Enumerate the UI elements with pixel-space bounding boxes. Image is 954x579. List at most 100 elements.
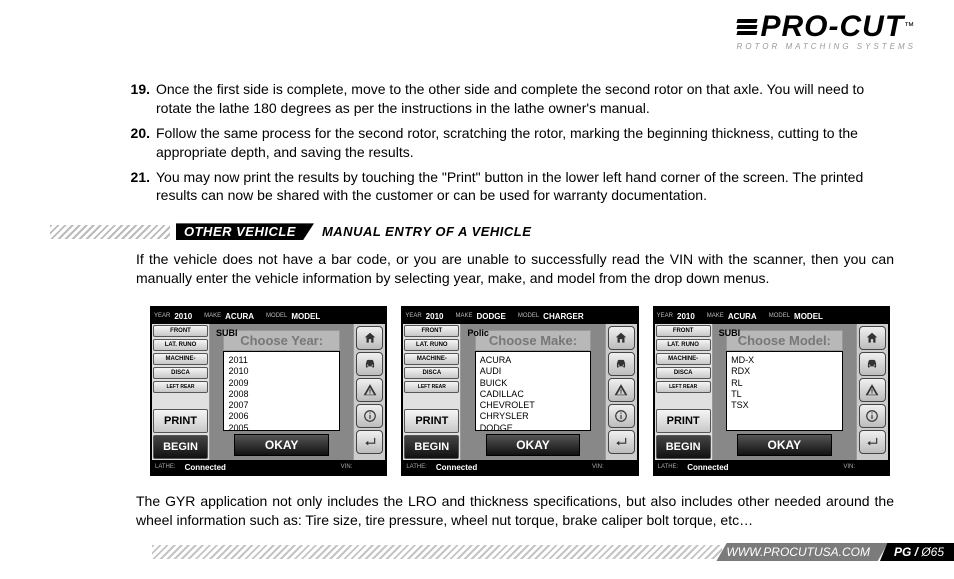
list-item[interactable]: 2006 xyxy=(228,411,334,422)
home-button[interactable] xyxy=(608,326,635,350)
print-button[interactable]: PRINT xyxy=(404,409,459,433)
okay-button[interactable]: OKAY xyxy=(737,434,832,456)
list-item[interactable]: CHEVROLET xyxy=(480,400,586,411)
step-text: Once the first side is complete, move to… xyxy=(156,80,894,118)
disca-button[interactable]: DISCA xyxy=(153,367,208,379)
dialog-list[interactable]: MD-XRDXRLTLTSX xyxy=(726,351,842,431)
list-item[interactable]: CADILLAC xyxy=(480,389,586,400)
year-value[interactable]: 2010 xyxy=(675,312,697,321)
list-item[interactable]: 2010 xyxy=(228,366,334,377)
model-value[interactable]: CHARGER xyxy=(541,312,585,321)
home-icon xyxy=(614,331,628,345)
year-value[interactable]: 2010 xyxy=(172,312,194,321)
list-item[interactable]: 2009 xyxy=(228,378,334,389)
info-button[interactable] xyxy=(356,404,383,428)
dialog-title: Choose Model: xyxy=(726,330,842,351)
step-21: 21. You may now print the results by tou… xyxy=(120,168,894,206)
vin-label: VIN: xyxy=(589,464,607,470)
dialog-list[interactable]: ACURAAUDIBUICKCADILLACCHEVROLETCHRYSLERD… xyxy=(475,351,591,431)
center-dialog-area: PolicChoose Make:ACURAAUDIBUICKCADILLACC… xyxy=(461,324,604,460)
left-rear-button[interactable]: LEFT REAR xyxy=(656,381,711,393)
disca-button[interactable]: DISCA xyxy=(656,367,711,379)
behind-text: SUBI xyxy=(216,328,238,338)
closing-paragraph: The GYR application not only includes th… xyxy=(136,492,894,530)
car-button[interactable] xyxy=(356,352,383,376)
lat-runo-button[interactable]: LAT. RUNO xyxy=(404,339,459,351)
car-button[interactable] xyxy=(859,352,886,376)
year-value[interactable]: 2010 xyxy=(424,312,446,321)
enter-button[interactable] xyxy=(608,430,635,454)
car-button[interactable] xyxy=(608,352,635,376)
list-item[interactable]: 2007 xyxy=(228,400,334,411)
lathe-status: Connected xyxy=(681,463,734,472)
left-rear-button[interactable]: LEFT REAR xyxy=(404,381,459,393)
car-icon xyxy=(363,357,377,371)
model-value[interactable]: MODEL xyxy=(792,312,825,321)
list-item[interactable]: CHRYSLER xyxy=(480,411,586,422)
footer-page-label: PG / Ø65 xyxy=(880,543,954,561)
begin-button[interactable]: BEGIN xyxy=(404,435,459,459)
home-icon xyxy=(363,331,377,345)
enter-button[interactable] xyxy=(859,430,886,454)
front-button[interactable]: FRONT xyxy=(656,325,711,337)
okay-button[interactable]: OKAY xyxy=(234,434,329,456)
list-item[interactable]: RDX xyxy=(731,366,837,377)
left-rear-button[interactable]: LEFT REAR xyxy=(153,381,208,393)
right-icon-column xyxy=(856,324,888,460)
okay-button[interactable]: OKAY xyxy=(486,434,581,456)
list-item[interactable]: 2008 xyxy=(228,389,334,400)
home-icon xyxy=(865,331,879,345)
machine-button[interactable]: MACHINE- xyxy=(153,353,208,365)
step-19: 19. Once the first side is complete, mov… xyxy=(120,80,894,118)
info-button[interactable] xyxy=(608,404,635,428)
left-button-column: FRONT LAT. RUNO MACHINE- DISCA LEFT REAR PRIN… xyxy=(403,324,461,460)
make-value[interactable]: DODGE xyxy=(474,312,507,321)
home-button[interactable] xyxy=(859,326,886,350)
section-tag: OTHER VEHICLE xyxy=(176,223,314,240)
warning-button[interactable] xyxy=(356,378,383,402)
begin-button[interactable]: BEGIN xyxy=(153,435,208,459)
warning-button[interactable] xyxy=(608,378,635,402)
lat-runo-button[interactable]: LAT. RUNO xyxy=(153,339,208,351)
step-text: You may now print the results by touchin… xyxy=(156,168,894,206)
front-button[interactable]: FRONT xyxy=(404,325,459,337)
logo-tm: ™ xyxy=(904,23,915,32)
make-value[interactable]: ACURA xyxy=(726,312,759,321)
list-item[interactable]: BUICK xyxy=(480,378,586,389)
machine-button[interactable]: MACHINE- xyxy=(656,353,711,365)
list-item[interactable]: ACURA xyxy=(480,355,586,366)
year-label: YEAR xyxy=(403,313,423,319)
list-item[interactable]: TSX xyxy=(731,400,837,411)
print-button[interactable]: PRINT xyxy=(153,409,208,433)
enter-button[interactable] xyxy=(356,430,383,454)
left-button-column: FRONT LAT. RUNO MACHINE- DISCA LEFT REAR PRIN… xyxy=(655,324,713,460)
list-item[interactable]: DODGE xyxy=(480,423,586,432)
screenshots-row: YEAR2010MAKEACURAMODELMODELFRONTLAT. RUN… xyxy=(150,306,890,476)
warning-button[interactable] xyxy=(859,378,886,402)
hatch-decor-icon xyxy=(50,225,170,239)
model-label: MODEL xyxy=(264,313,289,319)
dialog-list[interactable]: 20112010200920082007200620052004 xyxy=(223,351,339,431)
list-item[interactable]: RL xyxy=(731,378,837,389)
info-icon xyxy=(865,409,879,423)
pg-number: Ø65 xyxy=(921,545,944,559)
make-value[interactable]: ACURA xyxy=(223,312,256,321)
make-label: MAKE xyxy=(202,313,223,319)
list-item[interactable]: AUDI xyxy=(480,366,586,377)
lat-runo-button[interactable]: LAT. RUNO xyxy=(656,339,711,351)
model-value[interactable]: MODEL xyxy=(289,312,322,321)
info-button[interactable] xyxy=(859,404,886,428)
begin-button[interactable]: BEGIN xyxy=(656,435,711,459)
list-item[interactable]: 2011 xyxy=(228,355,334,366)
list-item[interactable]: 2005 xyxy=(228,423,334,432)
screenshot-choose-year: YEAR2010MAKEACURAMODELMODELFRONTLAT. RUN… xyxy=(150,306,387,476)
machine-button[interactable]: MACHINE- xyxy=(404,353,459,365)
front-button[interactable]: FRONT xyxy=(153,325,208,337)
step-20: 20. Follow the same process for the seco… xyxy=(120,124,894,162)
disca-button[interactable]: DISCA xyxy=(404,367,459,379)
car-icon xyxy=(865,357,879,371)
list-item[interactable]: MD-X xyxy=(731,355,837,366)
print-button[interactable]: PRINT xyxy=(656,409,711,433)
list-item[interactable]: TL xyxy=(731,389,837,400)
home-button[interactable] xyxy=(356,326,383,350)
